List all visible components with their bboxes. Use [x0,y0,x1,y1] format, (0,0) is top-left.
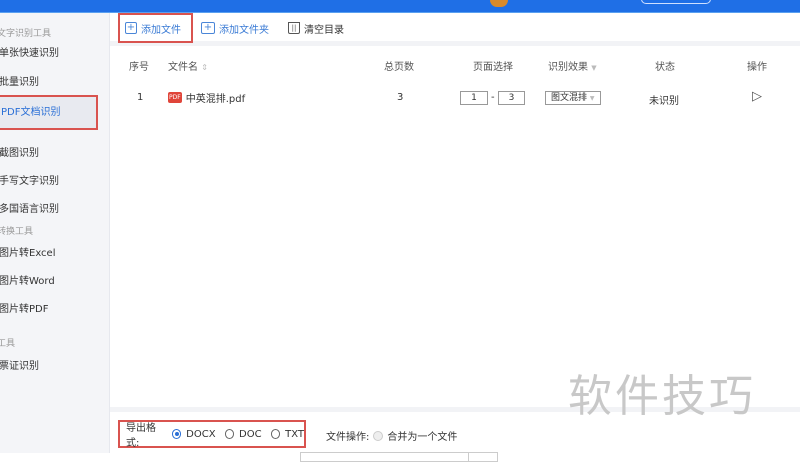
sidebar-item-single[interactable]: 单张快速识别 [0,41,98,67]
add-file-button[interactable]: + 添加文件 [118,13,193,43]
merge-label: 合并为一个文件 [387,432,458,443]
watermark: 软件技巧 [568,371,756,422]
row-status: 未识别 [649,96,679,107]
add-file-icon: + [125,22,137,34]
effect-select-value: 图文混排 [551,93,588,103]
clear-button[interactable]: || 清空目录 [288,15,344,41]
header-pages: 总页数 [384,62,414,73]
header-effect-label: 识别效果 [548,62,588,73]
row-index: 1 [137,92,144,103]
sidebar-item-screenshot[interactable]: 截图识别 [0,141,98,167]
radio-doc-label: DOC [239,428,262,440]
sidebar-item-word[interactable]: 图片转Word [0,269,98,295]
sidebar-item-pdfconv[interactable]: 图片转PDF [0,297,98,323]
header-filename[interactable]: 文件名 ⇕ [168,58,208,73]
sidebar-item-handwriting[interactable]: 手写文字识别 [0,169,98,195]
toolbar: + 添加文件 + 添加文件夹 || 清空目录 [110,13,800,46]
trash-icon: || [288,22,300,34]
row-filename: PDF 中英混排.pdf [168,90,245,105]
radio-txt-label: TXT [285,428,305,440]
chevron-down-icon: ▼ [589,95,595,102]
merge-checkbox[interactable] [373,430,384,441]
file-operation-group: 文件操作: 合并为一个文件 [326,428,457,443]
browse-button[interactable] [468,452,498,462]
app-logo-icon [490,0,508,7]
header-page-select: 页面选择 [473,62,513,73]
sidebar-section-tools: 工具 [0,339,16,349]
sidebar-item-excel[interactable]: 图片转Excel [0,241,98,267]
radio-docx[interactable] [171,429,182,439]
radio-docx-label: DOCX [186,428,216,440]
sidebar-item-ticket[interactable]: 票证识别 [0,354,98,380]
add-folder-button[interactable]: + 添加文件夹 [201,15,269,41]
sidebar-section-text: 文字识别工具 [0,29,52,39]
add-folder-label: 添加文件夹 [219,24,269,36]
export-format-label: 导出格式: [126,423,156,449]
header-status: 状态 [655,62,675,73]
sidebar-section-convert: 转换工具 [0,227,34,237]
row-filename-label: 中英混排.pdf [185,94,246,105]
sidebar: 文字识别工具 单张快速识别 批量识别 PDF文档识别 截图识别 手写文字识别 多… [0,13,110,453]
page-to-input[interactable]: 3 [498,91,525,105]
header-effect[interactable]: 识别效果 ▼ [548,58,597,73]
play-icon[interactable]: ▷ [752,89,762,104]
range-dash: - [491,92,495,103]
add-folder-icon: + [201,22,215,34]
file-operation-label: 文件操作: [326,432,370,443]
export-format-group: 导出格式: DOCX DOC TXT [118,420,306,449]
header-index: 序号 [129,62,149,73]
sidebar-item-pdf[interactable]: PDF文档识别 [0,95,98,130]
sidebar-item-batch[interactable]: 批量识别 [0,70,98,96]
header-action: 操作 [747,62,767,73]
sort-icon: ⇕ [201,63,208,72]
top-button[interactable] [641,0,711,4]
pdf-file-icon: PDF [168,92,182,103]
header-filename-label: 文件名 [168,62,198,73]
row-pages: 3 [397,92,404,103]
radio-doc[interactable] [224,429,235,439]
radio-txt[interactable] [270,429,281,439]
sidebar-item-multilang[interactable]: 多国语言识别 [0,197,98,223]
clear-label: 清空目录 [304,24,344,36]
page-from-input[interactable]: 1 [460,91,488,105]
add-file-label: 添加文件 [141,24,181,36]
effect-select[interactable]: 图文混排 ▼ [545,91,601,105]
chevron-down-icon: ▼ [591,64,597,72]
title-bar [0,0,800,13]
